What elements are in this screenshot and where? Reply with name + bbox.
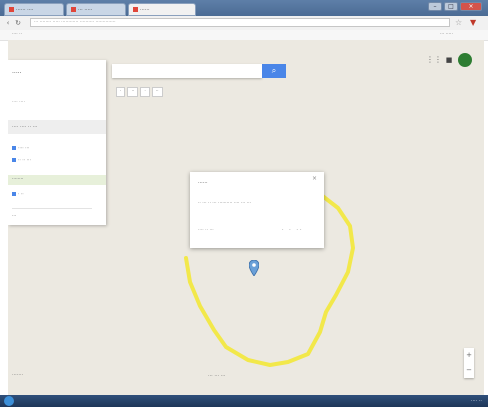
browser-tab[interactable]: ··· ····· — [66, 3, 126, 16]
browser-tab-active[interactable]: ······ — [128, 3, 196, 16]
start-button[interactable] — [4, 396, 14, 406]
list-item-selected[interactable]: ········ — [8, 175, 106, 185]
zoom-out-button[interactable]: − — [464, 363, 474, 378]
list-item-label: · ·· — [18, 192, 24, 198]
list-item[interactable]: · ·· — [12, 192, 24, 198]
browser-toolbar: ‹ ↻ ··· ········ ····· ············ ····… — [0, 16, 488, 31]
maximize-button[interactable]: □ — [444, 2, 458, 11]
menu-icon[interactable]: ▼ — [470, 18, 476, 27]
close-window-button[interactable]: × — [460, 2, 482, 11]
browser-tab[interactable]: ······ ···· — [4, 3, 64, 16]
favicon-icon — [9, 7, 14, 12]
map-label: ······· — [12, 372, 24, 378]
info-window: ······ × ·· ··· ·· ··· ·········· ···· ·… — [190, 172, 324, 248]
minimize-button[interactable]: – — [428, 2, 442, 11]
panel-header: ···· ···· ·· ··· — [8, 120, 106, 134]
info-window-link[interactable]: ···· ·· ··· — [198, 228, 214, 233]
divider — [12, 208, 92, 209]
os-taskbar: ···· ·· — [0, 395, 488, 407]
list-item[interactable]: ···· ··· — [12, 146, 29, 152]
panel-title: ····· — [12, 70, 22, 77]
avatar[interactable] — [458, 53, 472, 67]
map-label: ··· ··· ··· — [208, 373, 226, 379]
panel-subtitle: ···· ···· — [12, 100, 25, 105]
list-item[interactable]: ··· — [12, 214, 16, 219]
bullet-icon — [12, 146, 16, 150]
tab-label: ······ — [140, 7, 150, 13]
back-arrow-icon[interactable]: ‹ — [4, 19, 12, 27]
search-results-panel: ····· ···· ···· ···· ···· ·· ··· ···· ··… — [8, 60, 106, 225]
search-button[interactable]: ⌕ — [262, 64, 286, 78]
zoom-control[interactable]: + − — [464, 348, 474, 378]
favicon-icon — [133, 7, 138, 12]
close-icon[interactable]: × — [312, 175, 317, 182]
pill-button[interactable]: ·· — [127, 87, 139, 97]
favicon-icon — [71, 7, 76, 12]
system-tray: ···· ·· — [470, 398, 482, 404]
screen: ······ ···· ··· ····· ······ – □ × ‹ ↻ ·… — [0, 0, 488, 407]
list-item[interactable]: ·· ·· ··· — [12, 158, 31, 164]
bell-icon[interactable]: ■ — [444, 55, 454, 65]
bookmark-item[interactable]: ···· ·· — [12, 31, 22, 39]
info-window-title: ······ — [198, 180, 208, 186]
map-mode-pills: · ·· · ·· — [116, 87, 165, 97]
pill-button[interactable]: · — [116, 87, 126, 97]
bookmark-item[interactable]: ··· ····· — [440, 31, 453, 39]
search-input[interactable] — [112, 64, 262, 78]
tab-label: ······ ···· — [16, 7, 34, 13]
pill-button[interactable]: · — [140, 87, 150, 97]
browser-tabstrip: ······ ···· ··· ····· ······ – □ × — [0, 0, 488, 16]
bullet-icon — [12, 192, 16, 196]
star-icon[interactable]: ☆ — [455, 18, 462, 27]
search-icon: ⌕ — [271, 66, 277, 75]
address-bar[interactable]: ··· ········ ····· ············ ········… — [30, 18, 450, 27]
info-window-actions[interactable]: · · ·· — [282, 227, 304, 233]
list-item-label: ·· ·· ··· — [18, 158, 31, 164]
pill-button[interactable]: ·· — [151, 87, 163, 97]
list-item-label: ···· ··· — [18, 146, 30, 152]
apps-grid-icon[interactable]: ⋮⋮ — [426, 55, 442, 65]
tab-label: ··· ····· — [78, 7, 93, 13]
zoom-in-button[interactable]: + — [464, 348, 474, 363]
bullet-icon — [12, 158, 16, 162]
info-window-text: ·· ··· ·· ··· ·········· ···· ··· ··· — [198, 201, 251, 206]
map-pin-icon[interactable] — [249, 260, 259, 276]
map-canvas[interactable]: ····· ···· ···· ···· ···· ·· ··· ···· ··… — [8, 40, 484, 395]
reload-icon[interactable]: ↻ — [14, 19, 22, 27]
